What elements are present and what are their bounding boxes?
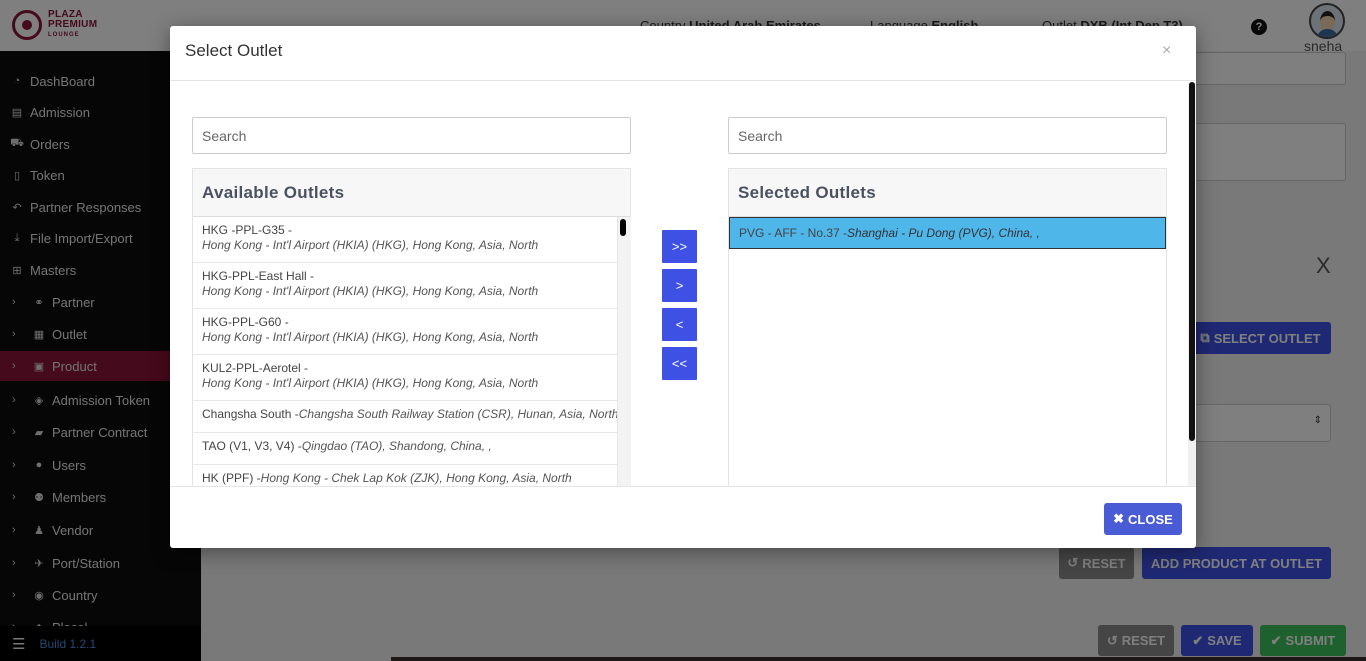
list-item[interactable]: HKG -PPL-G35 - Hong Kong - Int'l Airport … [193,217,617,263]
selected-outlets-panel: Selected Outlets PVG - AFF - No.37 -Shan… [728,168,1167,486]
outlet-location: Qingdao (TAO), Shandong, China, , [301,439,492,453]
available-scrollbar-thumb[interactable] [620,219,626,236]
outlet-code: PVG - AFF - No.37 - [739,226,848,240]
move-all-left-button[interactable]: << [662,347,697,380]
outlet-location: Hong Kong - Int'l Airport (HKIA) (HKG), … [202,376,539,390]
outlet-location: Hong Kong - Int'l Airport (HKIA) (HKG), … [202,284,539,298]
modal-scrollbar-thumb[interactable] [1189,82,1195,441]
outlet-location: Hong Kong - Chek Lap Kok (ZJK), Hong Kon… [260,471,572,485]
close-icon[interactable]: × [1162,42,1171,60]
outlet-code: Changsha South - [202,407,299,421]
available-outlets-list: HKG -PPL-G35 - Hong Kong - Int'l Airport … [193,217,617,486]
move-all-right-button[interactable]: >> [662,230,697,263]
modal-title: Select Outlet [185,41,283,60]
list-item[interactable]: HKG-PPL-G60 - Hong Kong - Int'l Airport (… [193,309,617,355]
outlet-location: Changsha South Railway Station (CSR), Hu… [298,407,617,421]
outlet-location: Hong Kong - Int'l Airport (HKIA) (HKG), … [202,330,539,344]
outlet-code: KUL2-PPL-Aerotel - [202,361,309,375]
selected-outlets-list: PVG - AFF - No.37 -Shanghai - Pu Dong (P… [729,217,1166,249]
list-item[interactable]: HK (PPF) -Hong Kong - Chek Lap Kok (ZJK)… [193,465,617,486]
outlet-code: HKG -PPL-G35 - [202,223,293,237]
list-item[interactable]: TAO (V1, V3, V4) -Qingdao (TAO), Shandon… [193,433,617,465]
outlet-code: HKG-PPL-G60 - [202,315,289,329]
modal-body: Available Outlets HKG -PPL-G35 -Hong Kon… [170,82,1196,486]
list-item[interactable]: Changsha South -Changsha South Railway S… [193,401,617,433]
outlet-code: HK (PPF) - [202,471,261,485]
available-scrollbar[interactable] [617,217,631,486]
outlet-code: TAO (V1, V3, V4) - [202,439,302,453]
move-left-button[interactable]: < [662,308,697,341]
selected-search-input[interactable] [728,117,1167,154]
close-button[interactable]: ✖ CLOSE [1104,503,1182,535]
modal-footer: ✖ CLOSE [170,486,1196,548]
available-outlets-panel: Available Outlets HKG -PPL-G35 - Hong Kon… [192,168,631,486]
selected-outlets-title: Selected Outlets [738,183,877,202]
outlet-location: Shanghai - Pu Dong (PVG), China, , [847,226,1040,240]
list-item[interactable]: PVG - AFF - No.37 -Shanghai - Pu Dong (P… [729,217,1166,249]
modal-header: Select Outlet × [170,26,1196,81]
available-outlets-title: Available Outlets [202,183,345,202]
list-item[interactable]: KUL2-PPL-Aerotel - Hong Kong - Int'l Airp… [193,355,617,401]
close-icon: ✖ [1113,511,1125,526]
list-item[interactable]: HKG-PPL-East Hall - Hong Kong - Int'l Air… [193,263,617,309]
select-outlet-modal: Select Outlet × Available Outlets HKG -P… [170,26,1196,548]
move-right-button[interactable]: > [662,269,697,302]
outlet-location: Hong Kong - Int'l Airport (HKIA) (HKG), … [202,238,539,252]
available-search-input[interactable] [192,117,631,154]
outlet-code: HKG-PPL-East Hall - [202,269,315,283]
